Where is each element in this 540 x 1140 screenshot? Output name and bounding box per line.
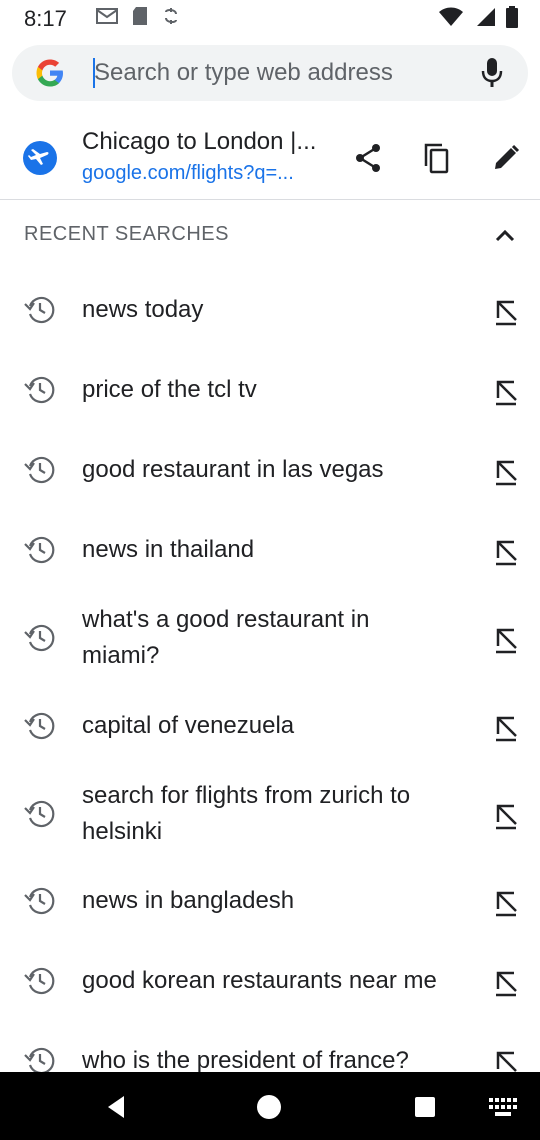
- history-row[interactable]: news in bangladesh: [0, 881, 540, 921]
- sd-card-icon: [133, 7, 147, 25]
- status-bar: 8:17: [0, 0, 540, 36]
- history-icon: [24, 376, 55, 404]
- history-icon: [24, 1047, 55, 1072]
- copy-icon: [424, 143, 449, 174]
- recent-searches-header: RECENT SEARCHES: [24, 223, 229, 245]
- arrow-up-left-icon[interactable]: [488, 532, 524, 568]
- text-cursor: [93, 58, 95, 88]
- omnibox[interactable]: [12, 45, 528, 101]
- chevron-up-icon: [495, 229, 515, 242]
- arrow-up-left-icon[interactable]: [488, 963, 524, 999]
- suggestion-url: google.com/flights?q=...: [82, 162, 294, 184]
- share-button[interactable]: [348, 138, 388, 178]
- history-label: capital of venezuela: [82, 712, 295, 739]
- suggestion-title: Chicago to London |...: [82, 128, 317, 155]
- history-row[interactable]: news in thailand: [0, 530, 540, 570]
- history-icon: [24, 887, 55, 915]
- battery-icon: [506, 6, 518, 28]
- history-label: who is the president of france?: [82, 1047, 409, 1072]
- history-label: good korean restaurants near me: [82, 967, 437, 994]
- copy-button[interactable]: [416, 138, 456, 178]
- gmail-icon: [96, 8, 118, 24]
- history-icon: [24, 624, 55, 652]
- history-label: search for flights from zurich to helsin…: [82, 782, 411, 845]
- flight-suggestion[interactable]: Chicago to London |... google.com/flight…: [0, 118, 540, 198]
- history-label: news in bangladesh: [82, 887, 295, 914]
- history-row[interactable]: news today: [0, 290, 540, 330]
- arrow-up-left-icon[interactable]: [488, 708, 524, 744]
- search-input[interactable]: [94, 51, 474, 95]
- signal-icon: [477, 8, 495, 26]
- arrow-up-left-icon[interactable]: [488, 372, 524, 408]
- history-label: price of the tcl tv: [82, 376, 257, 403]
- history-row[interactable]: good korean restaurants near me: [0, 961, 540, 1001]
- history-label: good restaurant in las vegas: [82, 456, 384, 483]
- arrow-up-left-icon[interactable]: [488, 292, 524, 328]
- history-icon: [24, 712, 55, 740]
- arrow-up-left-icon[interactable]: [488, 1043, 524, 1072]
- google-g-icon: [36, 59, 63, 87]
- history-row[interactable]: search for flights from zurich to helsin…: [0, 776, 540, 852]
- arrow-up-left-icon[interactable]: [488, 620, 524, 656]
- history-icon: [24, 456, 55, 484]
- mic-button[interactable]: [474, 55, 510, 91]
- arrow-up-left-icon[interactable]: [488, 452, 524, 488]
- sync-icon: [165, 8, 177, 24]
- history-row[interactable]: who is the president of france?: [0, 1041, 540, 1072]
- arrow-up-left-icon[interactable]: [488, 883, 524, 919]
- share-icon: [356, 144, 380, 172]
- history-label: news today: [82, 296, 204, 323]
- notification-icons: [96, 6, 180, 26]
- back-icon[interactable]: [104, 1094, 128, 1120]
- history-icon: [24, 967, 55, 995]
- history-icon: [24, 800, 55, 828]
- keyboard-icon[interactable]: [488, 1096, 518, 1118]
- divider: [0, 199, 540, 200]
- edit-button[interactable]: [486, 138, 526, 178]
- system-icons: [438, 6, 518, 28]
- history-icon: [24, 296, 55, 324]
- history-row[interactable]: capital of venezuela: [0, 706, 540, 746]
- arrow-up-left-icon[interactable]: [488, 796, 524, 832]
- history-icon: [24, 536, 55, 564]
- collapse-button[interactable]: [490, 220, 520, 250]
- history-label: what's a good restaurant in miami?: [82, 606, 370, 669]
- history-row[interactable]: what's a good restaurant in miami?: [0, 600, 540, 676]
- history-row[interactable]: good restaurant in las vegas: [0, 450, 540, 490]
- navigation-bar: [0, 1072, 540, 1140]
- home-icon[interactable]: [256, 1094, 282, 1120]
- recents-icon[interactable]: [414, 1096, 436, 1118]
- status-time: 8:17: [24, 6, 67, 31]
- history-label: news in thailand: [82, 536, 255, 563]
- flight-icon: [23, 141, 57, 175]
- edit-icon: [495, 144, 520, 169]
- history-row[interactable]: price of the tcl tv: [0, 370, 540, 410]
- mic-icon: [481, 58, 503, 87]
- wifi-icon: [439, 7, 463, 26]
